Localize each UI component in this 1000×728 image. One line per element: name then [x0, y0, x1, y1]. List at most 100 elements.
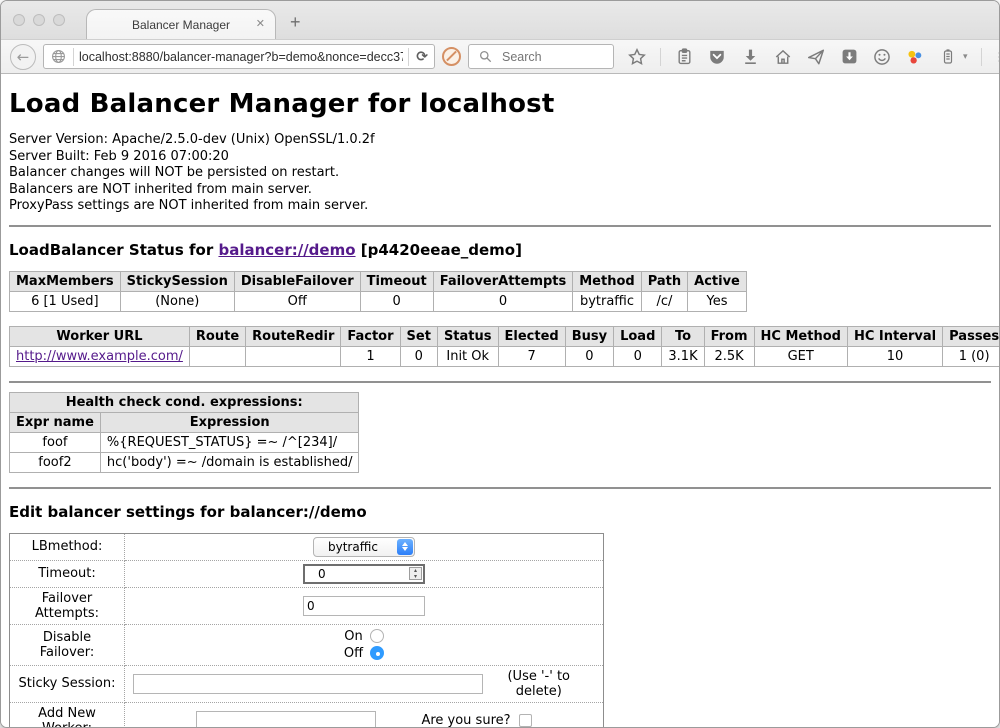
- cell-status: Init Ok: [437, 346, 498, 366]
- confirm-checkbox[interactable]: [519, 714, 532, 727]
- url-bar[interactable]: localhost:8880/balancer-manager?b=demo&n…: [43, 44, 435, 69]
- reading-list-icon[interactable]: [674, 47, 694, 67]
- lbmethod-select[interactable]: bytraffic: [313, 537, 415, 557]
- tab-balancer-manager[interactable]: Balancer Manager ✕: [86, 9, 276, 39]
- server-version-line: Server Version: Apache/2.5.0-dev (Unix) …: [9, 132, 991, 149]
- balancer-params-header-row: MaxMembers StickySession DisableFailover…: [10, 271, 747, 291]
- col-expr-name: Expr name: [10, 412, 101, 432]
- lbmethod-selected-value: bytraffic: [328, 540, 378, 554]
- search-icon: [475, 47, 495, 67]
- col-load: Load: [614, 326, 662, 346]
- cell-elected: 7: [498, 346, 565, 366]
- number-spinner-icon[interactable]: ▴▾: [409, 567, 422, 580]
- col-worker-url: Worker URL: [10, 326, 190, 346]
- pocket-icon[interactable]: [707, 47, 727, 67]
- url-text[interactable]: localhost:8880/balancer-manager?b=demo&n…: [79, 50, 403, 64]
- sticky-session-hint: (Use '-' to delete): [483, 669, 596, 699]
- col-disablefailover: DisableFailover: [234, 271, 360, 291]
- search-box[interactable]: [468, 44, 614, 69]
- cell-load: 0: [614, 346, 662, 366]
- add-worker-row: Add New Worker: Are you sure?: [10, 702, 604, 727]
- bookmark-star-icon[interactable]: [627, 47, 647, 67]
- cell-disablefailover: Off: [234, 291, 360, 311]
- cell-from: 2.5K: [704, 346, 754, 366]
- health-caption-row: Health check cond. expressions:: [10, 392, 359, 412]
- downloads-icon[interactable]: [740, 47, 760, 67]
- navigation-toolbar: ← localhost:8880/balancer-manager?b=demo…: [1, 39, 999, 74]
- col-active: Active: [688, 271, 747, 291]
- close-window-button[interactable]: [13, 14, 25, 26]
- cell-failoverattempts: 0: [433, 291, 573, 311]
- failover-attempts-input[interactable]: [303, 596, 425, 616]
- globe-icon: [48, 47, 68, 67]
- save-to-device-icon[interactable]: [839, 47, 859, 67]
- urlbar-divider2: [408, 48, 409, 66]
- toolbar-divider: [660, 48, 661, 66]
- search-input[interactable]: [500, 49, 607, 65]
- failover-on-radio[interactable]: [370, 629, 384, 643]
- col-failoverattempts: FailoverAttempts: [433, 271, 573, 291]
- lbmethod-label: LBmethod:: [10, 533, 125, 560]
- balancer-demo-link[interactable]: balancer://demo: [218, 241, 355, 259]
- cell-route: [189, 346, 245, 366]
- col-route: Route: [189, 326, 245, 346]
- worker-row: http://www.example.com/ 1 0 Init Ok 7 0 …: [10, 346, 1000, 366]
- cell-factor: 1: [341, 346, 400, 366]
- timeout-input-wrap: ▴▾: [303, 564, 425, 584]
- col-expression: Expression: [100, 412, 359, 432]
- battery-panel-icon[interactable]: [938, 47, 958, 67]
- col-status: Status: [437, 326, 498, 346]
- edit-balancer-form: LBmethod: bytraffic Timeout: ▴▾: [9, 533, 604, 728]
- col-timeout: Timeout: [360, 271, 433, 291]
- col-stickysession: StickySession: [120, 271, 234, 291]
- col-to: To: [662, 326, 704, 346]
- add-worker-cell: Are you sure?: [125, 702, 604, 727]
- timeout-input[interactable]: [315, 566, 413, 582]
- urlbar-divider: [73, 48, 74, 66]
- col-path: Path: [641, 271, 687, 291]
- failover-attempts-row: Failover Attempts:: [10, 587, 604, 624]
- reload-icon[interactable]: ⟳: [414, 49, 430, 65]
- col-factor: Factor: [341, 326, 400, 346]
- worker-header-row: Worker URL Route RouteRedir Factor Set S…: [10, 326, 1000, 346]
- chevron-down-icon[interactable]: ▾: [963, 52, 968, 62]
- cell-hc-method: GET: [754, 346, 847, 366]
- col-from: From: [704, 326, 754, 346]
- worker-url-link[interactable]: http://www.example.com/: [16, 349, 183, 364]
- cell-expr-name-1: foof: [10, 432, 101, 452]
- cell-set: 0: [400, 346, 437, 366]
- tab-bar: Balancer Manager ✕ +: [1, 1, 999, 39]
- add-worker-input[interactable]: [196, 711, 376, 728]
- cell-method: bytraffic: [573, 291, 641, 311]
- zoom-window-button[interactable]: [53, 14, 65, 26]
- col-hc-method: HC Method: [754, 326, 847, 346]
- back-button[interactable]: ←: [10, 44, 36, 70]
- inherit-notice-line: Balancers are NOT inherited from main se…: [9, 182, 991, 199]
- new-tab-button[interactable]: +: [290, 12, 301, 33]
- sticky-session-input[interactable]: [133, 674, 483, 694]
- blocked-content-icon[interactable]: [442, 47, 461, 66]
- cell-path: /c/: [641, 291, 687, 311]
- color-dots-icon[interactable]: [905, 47, 925, 67]
- health-row-foof2: foof2 hc('body') =~ /domain is establish…: [10, 452, 359, 472]
- col-maxmembers: MaxMembers: [10, 271, 121, 291]
- sticky-session-cell: (Use '-' to delete): [125, 665, 604, 702]
- timeout-cell: ▴▾: [125, 560, 604, 587]
- minimize-window-button[interactable]: [33, 14, 45, 26]
- cell-passes: 1 (0): [943, 346, 999, 366]
- health-row-foof: foof %{REQUEST_STATUS} =~ /^[234]/: [10, 432, 359, 452]
- timeout-row: Timeout: ▴▾: [10, 560, 604, 587]
- home-icon[interactable]: [773, 47, 793, 67]
- health-caption: Health check cond. expressions:: [10, 392, 359, 412]
- server-built-line: Server Built: Feb 9 2016 07:00:20: [9, 149, 991, 166]
- page-title: Load Balancer Manager for localhost: [9, 89, 991, 119]
- disable-failover-cell: On Off: [125, 624, 604, 665]
- failover-off-radio[interactable]: [370, 646, 384, 660]
- menu-icon[interactable]: [995, 47, 1000, 67]
- col-method: Method: [573, 271, 641, 291]
- send-tab-icon[interactable]: [806, 47, 826, 67]
- col-elected: Elected: [498, 326, 565, 346]
- feedback-smiley-icon[interactable]: [872, 47, 892, 67]
- tab-close-icon[interactable]: ✕: [256, 18, 265, 30]
- col-set: Set: [400, 326, 437, 346]
